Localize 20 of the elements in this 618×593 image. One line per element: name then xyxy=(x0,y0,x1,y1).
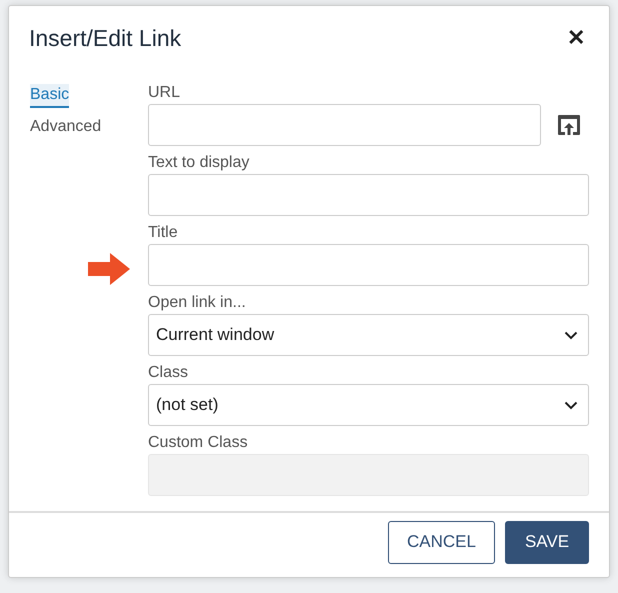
tab[interactable]: Advanced xyxy=(30,116,102,140)
field-label: Open link in... xyxy=(148,293,247,313)
select-field[interactable]: (not set) xyxy=(148,384,589,426)
field-label: Class xyxy=(148,363,190,383)
field-label: Custom Class xyxy=(148,433,249,453)
close-button[interactable]: ✕ xyxy=(563,25,589,51)
upload-box-icon xyxy=(557,114,581,136)
chevron-down-icon xyxy=(564,330,578,340)
input-field[interactable] xyxy=(148,174,589,216)
input-field[interactable] xyxy=(148,104,541,146)
field-label: URL xyxy=(148,83,182,103)
cancel-button[interactable]: CANCEL xyxy=(388,520,495,564)
save-button[interactable]: SAVE xyxy=(505,520,589,564)
select-field[interactable]: Current window xyxy=(148,314,589,356)
input-field[interactable] xyxy=(148,244,589,286)
tab[interactable]: Basic xyxy=(30,84,70,108)
chevron-down-icon xyxy=(564,400,578,410)
field-label: Text to display xyxy=(148,153,250,173)
field-label: Title xyxy=(148,223,179,243)
dialog-title: Insert/Edit Link xyxy=(29,24,182,52)
